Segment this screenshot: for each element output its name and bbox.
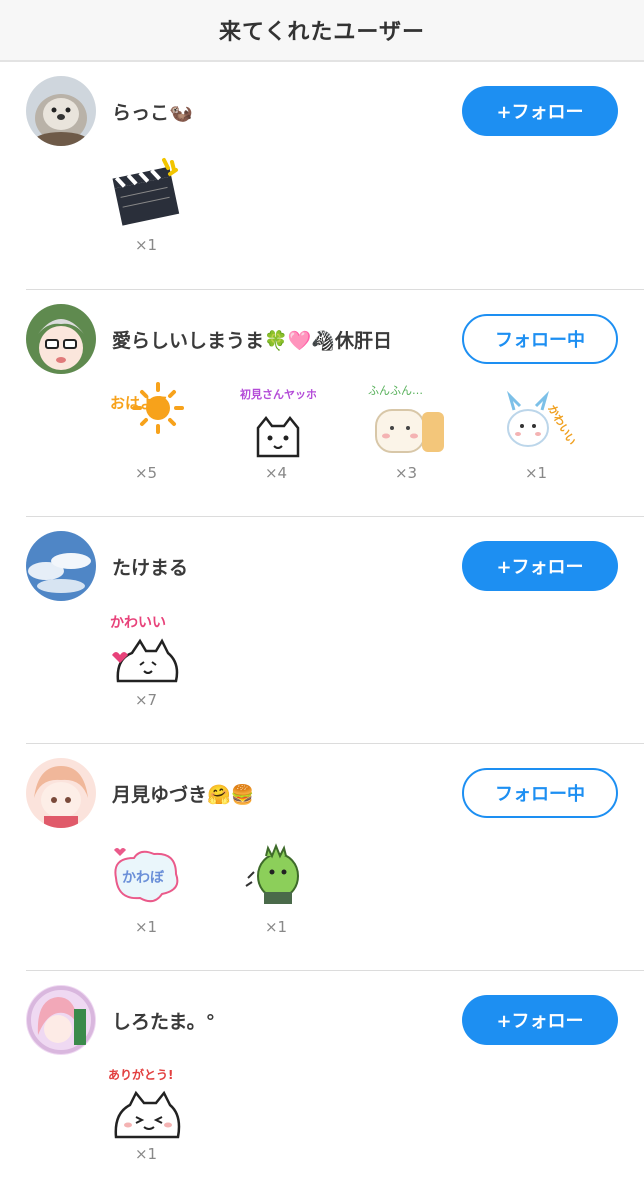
user-item: たけまる +フォロー かわいい ×7 [26, 517, 644, 744]
stamp-count: ×1 [134, 1145, 158, 1163]
hatsumi-cat-stamp-icon: 初見さんヤッホー [236, 380, 316, 460]
stamp: ×1 [236, 834, 366, 936]
user-item: 愛らしいしまうま🍀🩷🦓休肝日 フォロー中 おはよう ×5 初見さんヤッホ ×4 … [26, 290, 644, 517]
stamp-count: ×3 [394, 464, 418, 482]
avatar[interactable] [26, 531, 96, 601]
avatar[interactable] [26, 985, 96, 1055]
follow-button[interactable]: +フォロー [462, 995, 618, 1045]
svg-text:かわいい: かわいい [545, 403, 576, 448]
stamp: かわいい ×1 [496, 380, 626, 482]
user-item: らっこ🦦 +フォロー ×1 [26, 62, 644, 290]
stamp: ×1 [106, 152, 236, 254]
following-button[interactable]: フォロー中 [462, 314, 618, 364]
user-item: 月見ゆづき🤗🍔 フォロー中 かわぼ ×1 ×1 [26, 744, 644, 971]
ohayou-sun-stamp-icon: おはよう [106, 380, 186, 460]
stamp: 初見さんヤッホー ×4 [236, 380, 366, 482]
user-item: しろたま。° +フォロー ありがとう! ×1 [26, 971, 644, 1198]
stamp: ふんふん… ×3 [366, 380, 496, 482]
page-header: 来てくれたユーザー [0, 0, 644, 62]
visitor-list: らっこ🦦 +フォロー ×1 愛らしいしまうま🍀🩷🦓休肝日 フォロー中 おはよう … [0, 62, 644, 1198]
stamp-count: ×1 [134, 236, 158, 254]
stamp-count: ×4 [264, 464, 288, 482]
follow-button[interactable]: +フォロー [462, 86, 618, 136]
avatar[interactable] [26, 304, 96, 374]
avatar[interactable] [26, 758, 96, 828]
stamp-count: ×5 [134, 464, 158, 482]
avatar[interactable] [26, 76, 96, 146]
stamp-count: ×7 [134, 691, 158, 709]
kawabo-bubble-stamp-icon: かわぼ [106, 834, 186, 914]
kawaii-dragon-stamp-icon: かわいい [496, 380, 576, 460]
funfun-cat-stamp-icon: ふんふん… [366, 380, 446, 460]
svg-text:かわぼ: かわぼ [122, 870, 165, 886]
stamp: おはよう ×5 [106, 380, 236, 482]
svg-text:ありがとう!: ありがとう! [108, 1067, 173, 1082]
stamp: ありがとう! ×1 [106, 1061, 236, 1163]
stamp: かわいい ×7 [106, 607, 236, 709]
svg-text:ふんふん…: ふんふん… [368, 384, 423, 397]
username[interactable]: 愛らしいしまうま🍀🩷🦓休肝日 [112, 326, 392, 353]
stamp-count: ×1 [134, 918, 158, 936]
green-monster-stamp-icon [236, 834, 316, 914]
svg-text:かわいい: かわいい [110, 615, 166, 631]
svg-text:初見さんヤッホー: 初見さんヤッホー [240, 387, 316, 401]
clapperboard-stamp-icon [106, 152, 186, 232]
arigatou-cat-stamp-icon: ありがとう! [106, 1061, 186, 1141]
following-button[interactable]: フォロー中 [462, 768, 618, 818]
username[interactable]: しろたま。° [112, 1007, 215, 1034]
stamp-count: ×1 [524, 464, 548, 482]
username[interactable]: たけまる [112, 553, 188, 580]
follow-button[interactable]: +フォロー [462, 541, 618, 591]
stamp: かわぼ ×1 [106, 834, 236, 936]
username[interactable]: らっこ🦦 [112, 98, 193, 125]
username[interactable]: 月見ゆづき🤗🍔 [112, 780, 254, 807]
kawaii-cat-stamp-icon: かわいい [106, 607, 186, 687]
svg-text:おはよう: おはよう [110, 394, 170, 412]
page-title: 来てくれたユーザー [219, 20, 425, 45]
stamp-count: ×1 [264, 918, 288, 936]
